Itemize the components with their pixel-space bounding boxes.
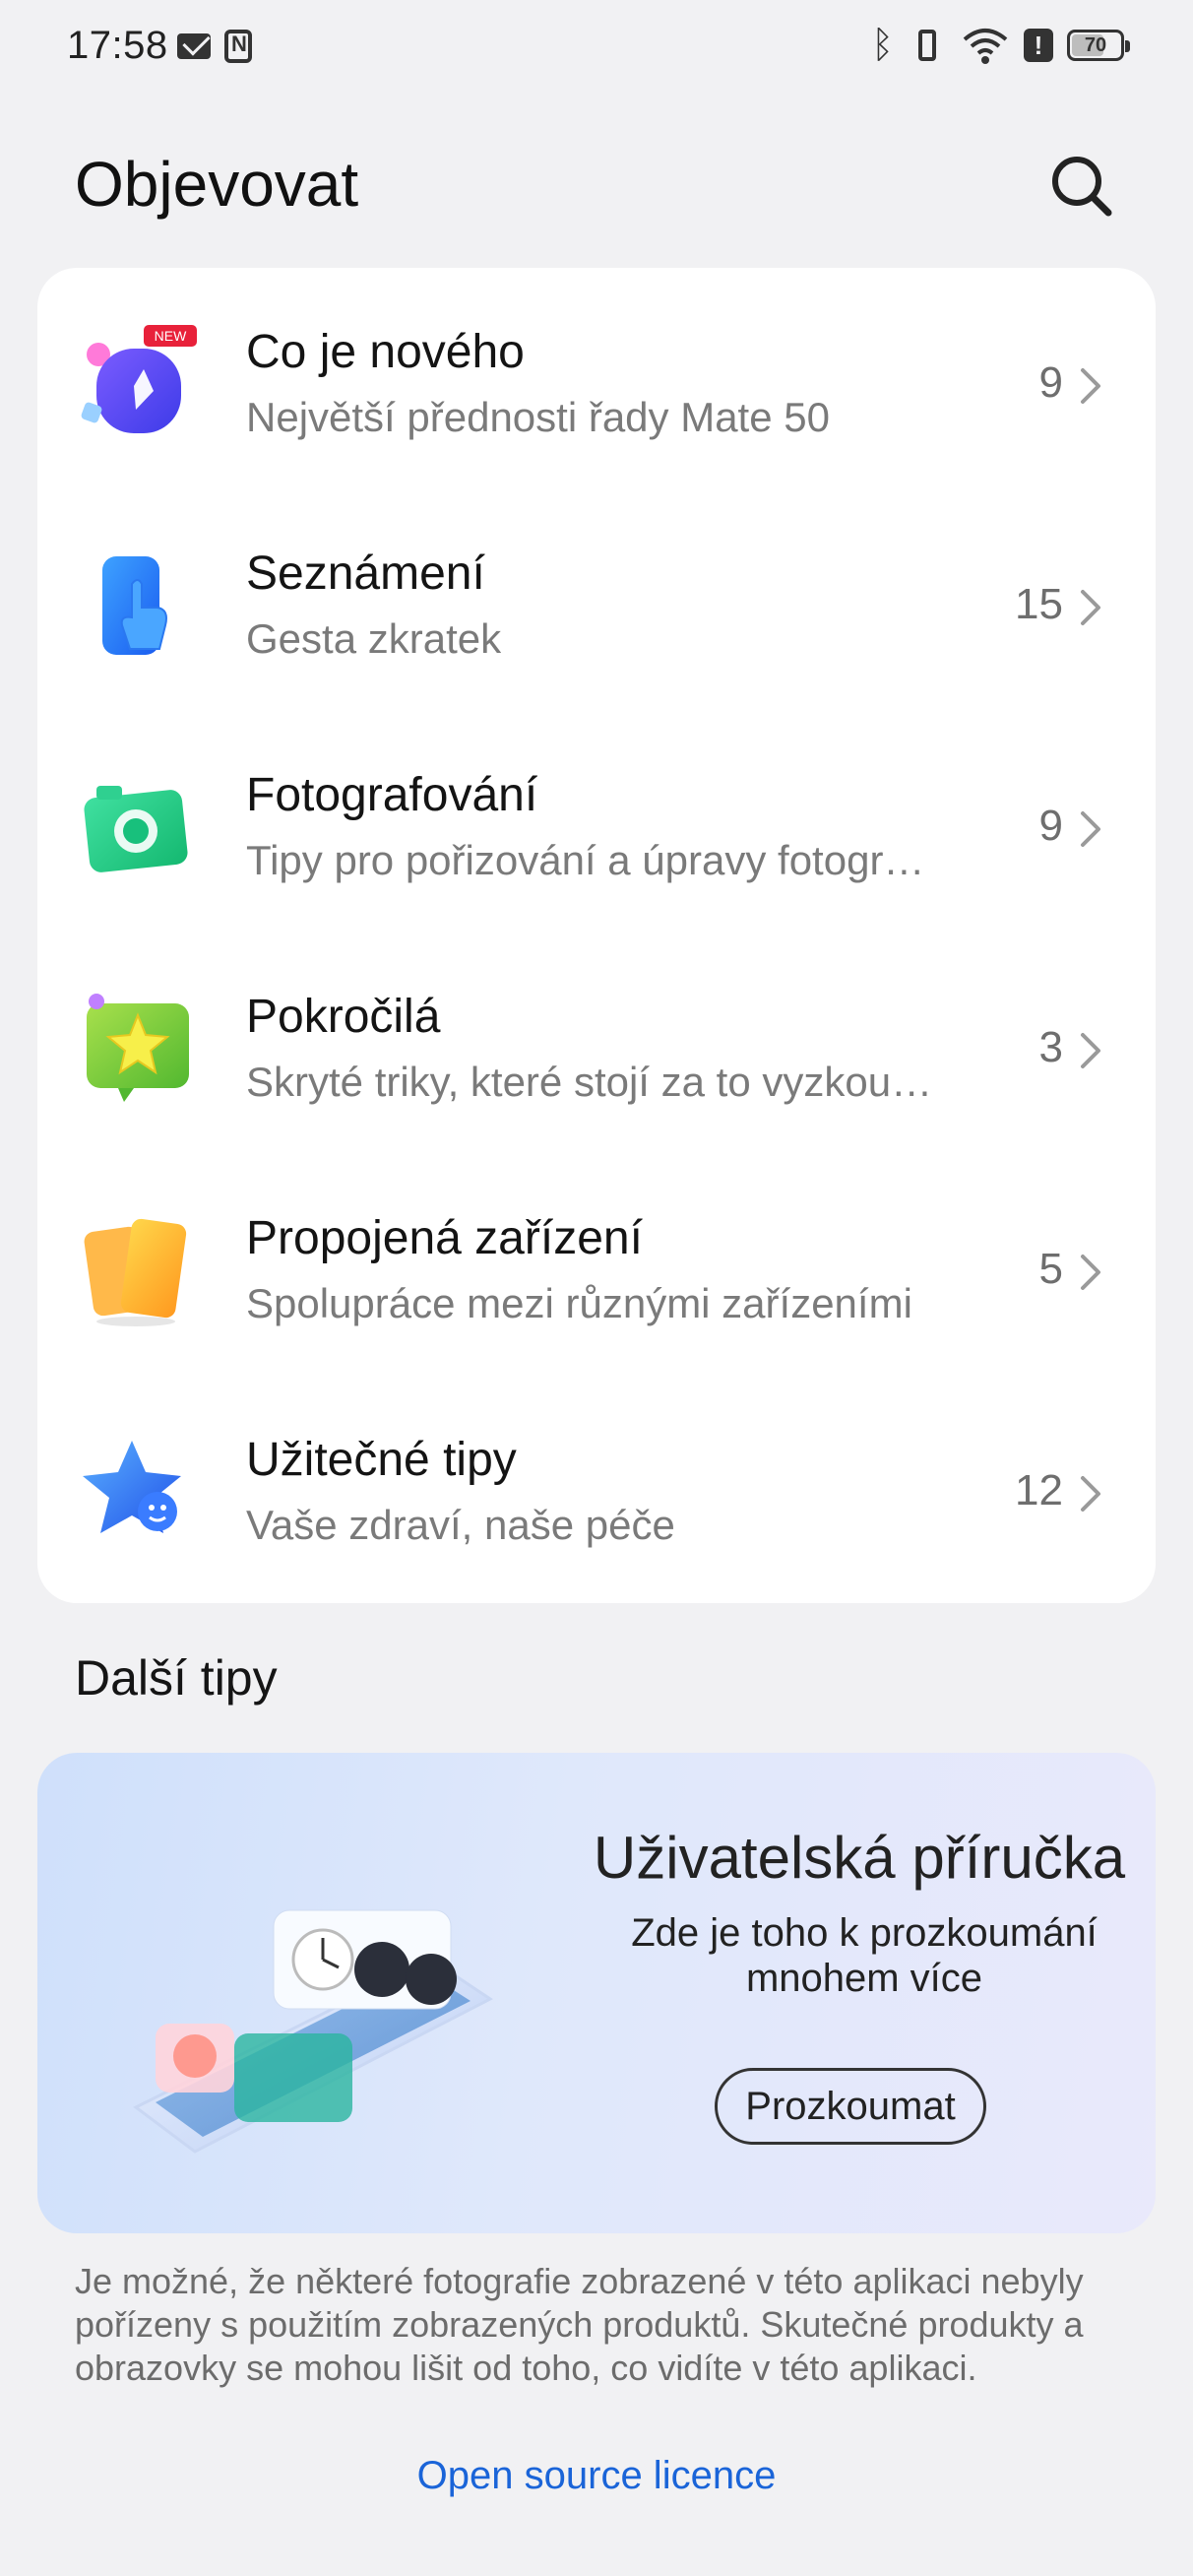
user-guide-banner[interactable]: Uživatelská příručka Zde je toho k prozk… [37, 1753, 1156, 2233]
category-row-advanced[interactable]: Pokročilá Skryté triky, které stojí za t… [37, 942, 1156, 1164]
gesture-hand-icon [102, 556, 167, 655]
status-time: 17:58 [67, 24, 168, 67]
devices-icon [84, 1218, 187, 1326]
category-title: Pokročilá [246, 991, 441, 1043]
category-row-getting-started[interactable]: Seznámení Gesta zkratek 15 [37, 499, 1156, 721]
wifi-icon [963, 29, 1008, 64]
category-title: Co je nového [246, 326, 525, 378]
category-subtitle: Tipy pro pořizování a úpravy fotogr… [246, 837, 925, 883]
category-row-useful-tips[interactable]: Užitečné tipy Vaše zdraví, naše péče 12 [37, 1385, 1156, 1607]
battery-icon: 70 [1067, 30, 1130, 61]
mail-notification-icon [177, 33, 211, 59]
chevron-right-icon [1081, 1255, 1100, 1290]
category-subtitle: Největší přednosti řady Mate 50 [246, 394, 830, 440]
star-chat-icon [87, 994, 189, 1102]
banner-subtitle: Zde je toho k prozkoumání mnohem více [631, 1911, 1098, 2000]
chevron-right-icon [1081, 1033, 1100, 1068]
chevron-right-icon [1081, 811, 1100, 847]
new-badge: NEW [155, 328, 187, 344]
category-subtitle: Vaše zdraví, naše péče [246, 1502, 675, 1548]
section-title: Další tipy [75, 1650, 278, 1706]
category-title: Užitečné tipy [246, 1434, 517, 1486]
category-list: NEW Co je nového Největší přednosti řady… [37, 268, 1156, 1603]
category-subtitle: Spolupráce mezi různými zařízeními [246, 1280, 912, 1326]
status-bar: 17:58 ᛒ ! 70 [0, 0, 1193, 98]
search-icon[interactable] [1043, 148, 1122, 226]
category-count: 9 [1038, 358, 1063, 407]
category-count: 3 [1038, 1023, 1063, 1071]
vibrate-icon [908, 28, 947, 63]
chevron-right-icon [1081, 590, 1100, 625]
user-guide-illustration [133, 1909, 493, 2154]
category-subtitle: Skryté triky, které stojí za to vyzkou… [246, 1059, 933, 1105]
category-count: 9 [1038, 802, 1063, 850]
category-row-whats-new[interactable]: NEW Co je nového Největší přednosti řady… [37, 278, 1156, 499]
star-face-icon [83, 1441, 181, 1533]
category-count: 12 [1015, 1466, 1063, 1514]
chevron-right-icon [1081, 1476, 1100, 1512]
category-title: Propojená zařízení [246, 1212, 643, 1264]
category-row-photography[interactable]: Fotografování Tipy pro pořizování a úpra… [37, 721, 1156, 942]
battery-percent: 70 [1084, 34, 1107, 56]
category-subtitle: Gesta zkratek [246, 615, 502, 662]
whats-new-icon: NEW [81, 325, 197, 433]
explore-button[interactable]: Prozkoumat [715, 2068, 986, 2145]
alert-icon: ! [1024, 29, 1053, 62]
page-title: Objevovat [75, 149, 359, 220]
chevron-right-icon [1081, 368, 1100, 404]
category-count: 5 [1038, 1245, 1063, 1293]
open-source-licence-link[interactable]: Open source licence [0, 2454, 1193, 2498]
category-title: Seznámení [246, 547, 485, 600]
disclaimer-text: Je možné, že některé fotografie zobrazen… [75, 2261, 1084, 2388]
category-title: Fotografování [246, 769, 538, 821]
bluetooth-icon: ᛒ [871, 25, 894, 66]
category-count: 15 [1015, 580, 1063, 628]
banner-title: Uživatelská příručka [593, 1825, 1126, 1891]
nfc-icon [224, 30, 252, 63]
category-row-connected-devices[interactable]: Propojená zařízení Spolupráce mezi různý… [37, 1164, 1156, 1385]
camera-icon [84, 786, 188, 872]
